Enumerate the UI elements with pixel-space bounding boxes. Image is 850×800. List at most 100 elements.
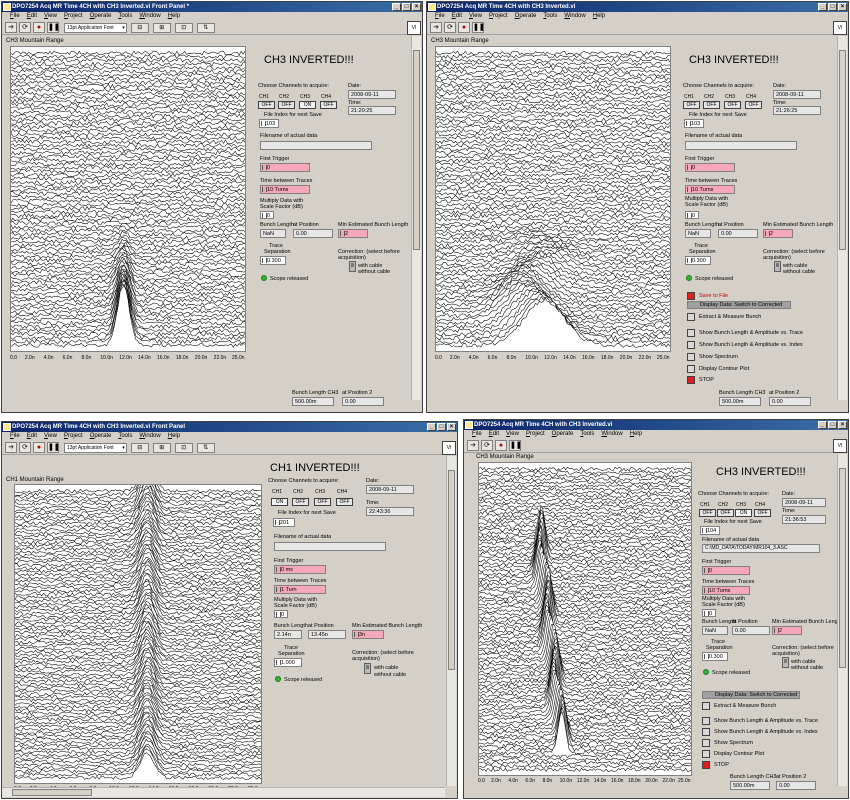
horizontal-scrollbar[interactable] (2, 787, 445, 797)
ch1-toggle[interactable]: OFF (258, 101, 275, 109)
menu-window[interactable]: Window (139, 432, 160, 441)
maximize-icon[interactable]: □ (402, 3, 411, 11)
mountain-range-chart[interactable] (435, 46, 671, 352)
min-est-control[interactable]: 2 (338, 229, 368, 238)
menu-view[interactable]: View (44, 12, 57, 21)
close-icon[interactable]: × (447, 423, 456, 431)
maximize-icon[interactable]: □ (828, 421, 837, 429)
trace-sep-control[interactable]: 0.300 (685, 256, 711, 265)
abort-icon[interactable]: ● (458, 22, 470, 33)
run-continuous-icon[interactable]: ⟳ (481, 440, 493, 451)
run-arrow-icon[interactable]: ➔ (430, 22, 442, 33)
stop-button[interactable] (687, 376, 695, 384)
ch2-toggle[interactable]: OFF (292, 498, 309, 506)
maximize-icon[interactable]: □ (437, 423, 446, 431)
time-between-control[interactable]: 10 Turns (702, 586, 750, 595)
min-est-control[interactable]: 2 (763, 229, 793, 238)
min-est-control[interactable]: 3n (352, 630, 384, 639)
menu-operate[interactable]: Operate (552, 430, 574, 439)
show-spectrum-button[interactable] (702, 739, 710, 747)
align-objects-icon[interactable]: ⊟ (130, 22, 149, 33)
display-data-button[interactable]: Display Data: Switch to Corrected (702, 691, 800, 699)
extract-measure-button[interactable] (687, 313, 695, 321)
pause-icon[interactable]: ❚❚ (509, 440, 522, 451)
correction-switch[interactable] (349, 261, 356, 272)
vertical-scrollbar[interactable] (837, 36, 847, 400)
close-icon[interactable]: × (412, 3, 421, 11)
distribute-objects-icon[interactable]: ⊞ (152, 442, 171, 453)
ch2-toggle[interactable]: OFF (278, 101, 295, 109)
menu-tools[interactable]: Tools (118, 432, 132, 441)
first-trigger-control[interactable]: 0 ms (274, 565, 326, 574)
pause-icon[interactable]: ❚❚ (472, 22, 485, 33)
scroll-thumb[interactable] (839, 50, 846, 250)
menu-project[interactable]: Project (489, 12, 508, 21)
trace-sep-control[interactable]: 0.300 (702, 652, 728, 661)
display-contour-button[interactable] (687, 365, 695, 373)
font-select[interactable]: 13pt Application Font (64, 442, 127, 453)
ch2-toggle[interactable]: OFF (703, 101, 720, 109)
display-contour-button[interactable] (702, 750, 710, 758)
menu-file[interactable]: File (435, 12, 445, 21)
correction-switch[interactable] (782, 657, 789, 668)
mountain-range-chart[interactable] (478, 462, 692, 776)
time-between-control[interactable]: 1 Turn (274, 585, 326, 594)
vertical-scrollbar[interactable] (411, 36, 421, 400)
menu-help[interactable]: Help (168, 12, 180, 21)
vertical-scrollbar[interactable] (837, 454, 847, 786)
menu-project[interactable]: Project (64, 432, 83, 441)
first-trigger-control[interactable]: 0 (685, 163, 735, 172)
correction-switch[interactable] (364, 663, 371, 674)
ch4-toggle[interactable]: OFF (320, 101, 337, 109)
correction-switch[interactable] (774, 261, 781, 272)
menu-edit[interactable]: Edit (27, 432, 37, 441)
scroll-thumb[interactable] (839, 468, 846, 668)
mountain-range-chart[interactable] (14, 484, 262, 784)
ch1-toggle[interactable]: OFF (683, 101, 700, 109)
resize-objects-icon[interactable]: ⊡ (174, 442, 193, 453)
minimize-icon[interactable]: _ (818, 421, 827, 429)
reorder-icon[interactable]: ⇅ (196, 442, 215, 453)
menu-view[interactable]: View (44, 432, 57, 441)
window-3-titlebar[interactable]: DPO7254 Acq MR Time 4CH with CH3 Inverte… (2, 422, 457, 432)
ch3-toggle[interactable]: ON (735, 509, 752, 517)
ch3-toggle[interactable]: ON (299, 101, 316, 109)
menu-project[interactable]: Project (526, 430, 545, 439)
abort-icon[interactable]: ● (495, 440, 507, 451)
menu-help[interactable]: Help (630, 430, 642, 439)
menu-tools[interactable]: Tools (580, 430, 594, 439)
minimize-icon[interactable]: _ (392, 3, 401, 11)
file-index-control[interactable]: 201 (273, 518, 295, 527)
pause-icon[interactable]: ❚❚ (47, 442, 60, 453)
run-arrow-icon[interactable]: ➔ (5, 22, 17, 33)
time-between-control[interactable]: 10 Turns (685, 185, 735, 194)
menu-file[interactable]: File (10, 432, 20, 441)
display-data-button[interactable]: Display Data: Switch to Corrected (687, 301, 791, 309)
ch2-toggle[interactable]: OFF (717, 509, 734, 517)
menu-edit[interactable]: Edit (489, 430, 499, 439)
close-icon[interactable]: × (838, 3, 847, 11)
multiply-control[interactable]: 0 (274, 610, 288, 618)
scroll-thumb[interactable] (448, 470, 455, 670)
menu-help[interactable]: Help (593, 12, 605, 21)
multiply-control[interactable]: 0 (685, 211, 699, 219)
trace-sep-control[interactable]: 1.000 (274, 658, 302, 667)
show-bl-trace-button[interactable] (702, 717, 710, 725)
file-index-control[interactable]: 103 (259, 119, 279, 128)
run-continuous-icon[interactable]: ⟳ (444, 22, 456, 33)
save-to-file-button[interactable] (687, 292, 695, 300)
window-2-titlebar[interactable]: DPO7254 Acq MR Time 4CH with CH3 Inverte… (427, 2, 848, 12)
time-between-control[interactable]: 10 Turns (260, 185, 310, 194)
ch1-toggle[interactable]: ON (271, 498, 288, 506)
first-trigger-control[interactable]: 0 (260, 163, 310, 172)
align-objects-icon[interactable]: ⊟ (130, 442, 149, 453)
menu-edit[interactable]: Edit (27, 12, 37, 21)
menu-operate[interactable]: Operate (515, 12, 537, 21)
menu-project[interactable]: Project (64, 12, 83, 21)
abort-icon[interactable]: ● (33, 442, 45, 453)
menu-operate[interactable]: Operate (90, 12, 112, 21)
multiply-control[interactable]: 0 (702, 609, 716, 617)
run-continuous-icon[interactable]: ⟳ (19, 22, 31, 33)
menu-view[interactable]: View (506, 430, 519, 439)
ch3-toggle[interactable]: OFF (314, 498, 331, 506)
